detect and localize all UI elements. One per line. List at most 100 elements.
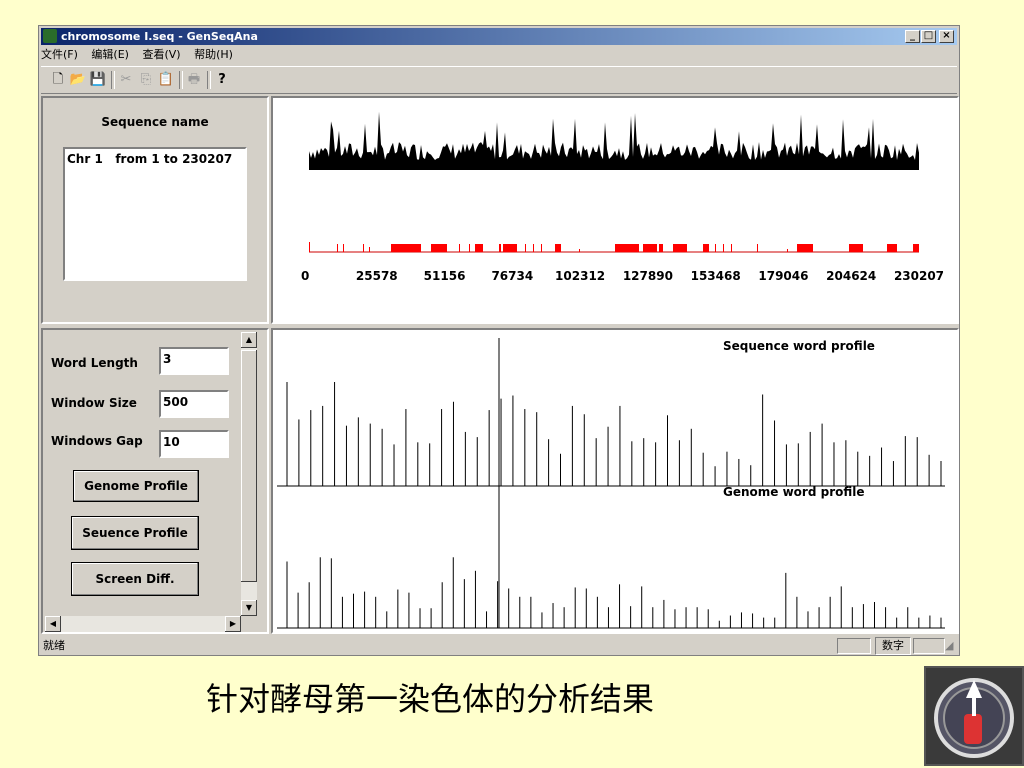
resize-grip-icon[interactable]: ◢: [945, 637, 953, 655]
tick-label: 76734: [491, 269, 533, 283]
feature-mark: [431, 244, 447, 252]
window-title: chromosome I.seq - GenSeqAna: [61, 30, 258, 43]
sequence-name-header: Sequence name: [101, 115, 209, 129]
tick-label: 230207: [894, 269, 944, 283]
sequence-list-item[interactable]: Chr 1 from 1 to 230207: [67, 152, 232, 166]
feature-mark: [533, 244, 534, 252]
tick-label: 0: [301, 269, 309, 283]
open-icon[interactable]: 📂: [69, 71, 87, 89]
cut-icon[interactable]: ✂: [117, 71, 135, 89]
save-icon[interactable]: 💾: [89, 71, 107, 89]
position-axis: 0 25578 51156 76734 102312 127890 153468 179046…: [301, 269, 944, 283]
window-size-label: Window Size: [51, 396, 137, 410]
tick-label: 179046: [758, 269, 808, 283]
feature-track: [309, 242, 919, 252]
feature-mark: [673, 244, 687, 252]
feature-mark: [643, 244, 657, 252]
feature-mark: [469, 244, 470, 252]
horizontal-scrollbar[interactable]: ◀ ▶: [45, 616, 241, 632]
feature-mark: [503, 244, 517, 252]
num-lock-indicator: 数字: [875, 637, 911, 655]
genome-profile-title: Genome word profile: [723, 485, 865, 499]
window-size-input[interactable]: 500: [159, 390, 229, 418]
feature-mark: [887, 244, 897, 252]
app-icon: [43, 29, 57, 43]
menu-file[interactable]: 文件(F): [41, 48, 78, 61]
feature-mark: [337, 244, 338, 252]
word-profile-pane: Sequence word profile Genome word profil…: [271, 328, 959, 634]
tick-label: 51156: [424, 269, 466, 283]
slide-caption: 针对酵母第一染色体的分析结果: [206, 680, 655, 718]
menu-help[interactable]: 帮助(H): [194, 48, 233, 61]
scroll-left-icon[interactable]: ◀: [45, 616, 61, 632]
feature-mark: [913, 244, 919, 252]
paste-icon[interactable]: 📋: [157, 71, 175, 89]
sequence-profile-button[interactable]: Seuence Profile: [71, 516, 199, 550]
close-button[interactable]: ×: [939, 30, 954, 43]
word-length-label: Word Length: [51, 356, 138, 370]
menu-view[interactable]: 查看(V): [142, 48, 180, 61]
app-window: chromosome I.seq - GenSeqAna _ □ × 文件(F)…: [38, 25, 960, 656]
feature-mark: [525, 244, 526, 252]
compass-logo: [924, 666, 1024, 766]
genome-density-track: [309, 111, 919, 170]
status-bar: 就绪 数字 ◢: [41, 637, 957, 655]
feature-mark: [391, 244, 421, 252]
copy-icon[interactable]: ⎘: [137, 71, 155, 89]
genome-overview-pane: 0 25578 51156 76734 102312 127890 153468 179046…: [271, 96, 959, 324]
windows-gap-label: Windows Gap: [51, 434, 143, 448]
scroll-down-icon[interactable]: ▼: [241, 600, 257, 616]
feature-mark: [363, 244, 364, 252]
tick-label: 153468: [691, 269, 741, 283]
feature-mark: [797, 244, 813, 252]
sequence-panel: Sequence name Chr 1 from 1 to 230207: [41, 96, 269, 324]
toolbar: 🗋 📂 💾 ✂ ⎘ 📋 🖶 ?: [41, 66, 957, 94]
toolbar-separator: [111, 71, 115, 89]
feature-mark: [579, 249, 580, 252]
toolbar-separator: [179, 71, 183, 89]
feature-mark: [459, 244, 460, 252]
print-icon[interactable]: 🖶: [185, 71, 203, 89]
feature-mark: [757, 244, 758, 252]
word-length-input[interactable]: 3: [159, 347, 229, 375]
scroll-right-icon[interactable]: ▶: [225, 616, 241, 632]
status-cell: [913, 638, 945, 654]
screen-diff-button[interactable]: Screen Diff.: [71, 562, 199, 596]
status-cell: [837, 638, 871, 654]
feature-mark: [475, 244, 483, 252]
title-bar[interactable]: chromosome I.seq - GenSeqAna _ □ ×: [41, 28, 957, 45]
sequence-profile-title: Sequence word profile: [723, 339, 875, 353]
feature-mark: [715, 244, 716, 252]
feature-mark: [723, 244, 724, 252]
new-icon[interactable]: 🗋: [49, 71, 67, 89]
genome-overview-svg: 0 25578 51156 76734 102312 127890 153468 179046…: [301, 111, 944, 283]
feature-mark: [849, 244, 863, 252]
tick-label: 204624: [826, 269, 876, 283]
density-area: [309, 111, 919, 170]
feature-mark: [731, 244, 732, 252]
scroll-thumb[interactable]: [241, 350, 257, 582]
sequence-profile-bars: [286, 382, 942, 486]
windows-gap-input[interactable]: 10: [159, 430, 229, 458]
menu-edit[interactable]: 编辑(E): [91, 48, 129, 61]
feature-mark: [615, 244, 639, 252]
scroll-up-icon[interactable]: ▲: [241, 332, 257, 348]
help-icon[interactable]: ?: [213, 71, 231, 89]
toolbar-separator: [207, 71, 211, 89]
tick-label: 127890: [623, 269, 673, 283]
sequence-list[interactable]: Chr 1 from 1 to 230207: [63, 147, 247, 281]
minimize-button[interactable]: _: [905, 30, 920, 43]
vertical-scrollbar[interactable]: ▲ ▼: [241, 332, 257, 616]
tick-label: 102312: [555, 269, 605, 283]
feature-mark: [659, 244, 663, 252]
feature-mark: [499, 244, 501, 252]
tick-label: 25578: [356, 269, 398, 283]
genome-profile-bars: [286, 557, 942, 628]
menu-bar: 文件(F) 编辑(E) 查看(V) 帮助(H): [41, 46, 243, 63]
genome-profile-button[interactable]: Genome Profile: [73, 470, 199, 502]
compass-icon: [934, 678, 1014, 758]
maximize-button[interactable]: □: [921, 30, 936, 43]
feature-mark: [541, 244, 542, 252]
word-profile-svg: Sequence word profile Genome word profil…: [277, 338, 945, 629]
status-text: 就绪: [43, 639, 65, 652]
